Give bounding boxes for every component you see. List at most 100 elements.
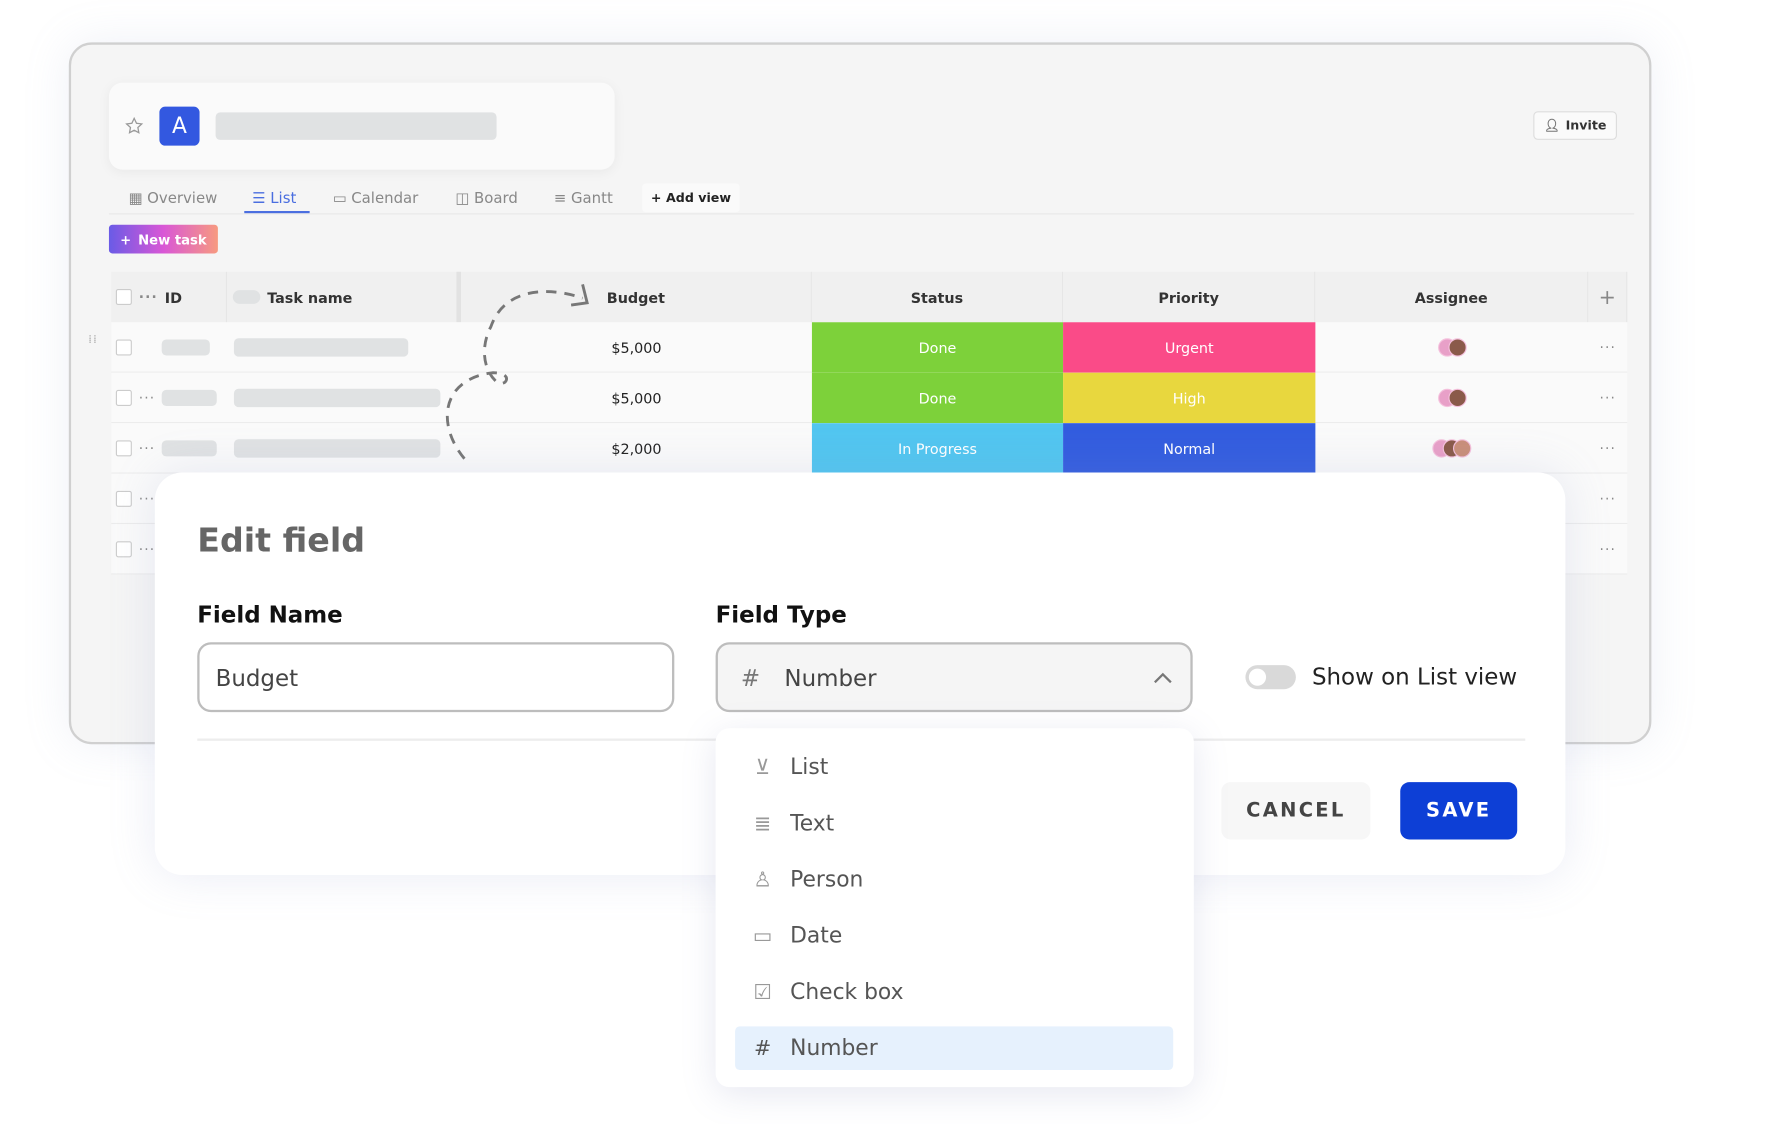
row-more-icon[interactable]: ··· (1588, 373, 1627, 423)
column-header-id[interactable]: ··· ID (111, 271, 228, 323)
priority-cell[interactable]: Urgent (1063, 322, 1316, 373)
assignee-cell[interactable] (1315, 373, 1588, 423)
calendar-icon: ▭ (752, 923, 773, 948)
tabs-divider (108, 213, 1635, 215)
id-placeholder (162, 389, 218, 406)
more-icon[interactable]: ··· (139, 491, 156, 507)
hash-icon: # (740, 663, 761, 691)
hash-icon: # (753, 1036, 772, 1061)
grid-icon: ▦ (128, 189, 143, 207)
tab-gantt[interactable]: ≡ Gantt (554, 186, 613, 211)
option-list[interactable]: ⊻ List (735, 745, 1173, 789)
checkbox-icon: ☑ (753, 979, 772, 1005)
option-check-box[interactable]: ☑ Check box (735, 970, 1173, 1014)
board-icon: ◫ (455, 189, 470, 207)
dialog-title: Edit field (197, 520, 366, 560)
field-name-value: Budget (215, 663, 299, 691)
save-button[interactable]: SAVE (1400, 782, 1518, 840)
avatar (1447, 388, 1467, 408)
gantt-icon: ≡ (553, 189, 567, 207)
tab-calendar[interactable]: ▭ Calendar (333, 186, 419, 211)
tab-label: List (270, 189, 297, 207)
add-view-button[interactable]: + Add view (642, 183, 740, 213)
field-type-dropdown: ⊻ List ≣ Text ♙ Person ▭ Date ☑ Check box # Nu… (715, 728, 1194, 1088)
option-label: List (790, 754, 829, 780)
invite-label: Invite (1565, 118, 1607, 134)
column-header-task-name[interactable]: Task name (227, 271, 462, 323)
column-label: Assignee (1414, 288, 1488, 306)
task-name-placeholder (233, 338, 409, 357)
star-icon[interactable] (124, 116, 145, 137)
new-task-button[interactable]: + New task (108, 224, 218, 254)
row-checkbox[interactable] (115, 440, 132, 457)
row-checkbox[interactable] (115, 490, 132, 507)
column-label: Status (910, 288, 964, 306)
status-cell[interactable]: In Progress (811, 423, 1064, 474)
list-select-icon: ⊻ (755, 755, 771, 780)
calendar-icon: ▭ (332, 189, 347, 207)
toggle-placeholder (232, 290, 261, 304)
avatar (1452, 439, 1472, 458)
plus-icon: + (120, 231, 132, 248)
option-number[interactable]: # Number (735, 1026, 1174, 1070)
dashed-arrow-icon (445, 284, 589, 460)
task-name-placeholder (233, 388, 441, 408)
assignee-cell[interactable] (1315, 322, 1588, 372)
invite-button[interactable]: 👤︎ Invite (1533, 111, 1617, 140)
option-person[interactable]: ♙ Person (735, 858, 1173, 902)
workspace-title-placeholder (215, 112, 497, 140)
option-label: Person (790, 866, 864, 893)
table-row[interactable]: $5,000 Done Urgent ··· (111, 322, 1628, 373)
list-icon: ☰ (252, 189, 266, 207)
status-cell[interactable]: Done (811, 372, 1064, 424)
drag-handle-icon[interactable]: ⁞⁞ (88, 334, 98, 345)
person-icon: ♙ (753, 867, 772, 892)
more-icon[interactable]: ··· (139, 541, 156, 557)
more-icon: ··· (138, 288, 158, 306)
show-on-list-toggle[interactable] (1245, 665, 1296, 690)
row-more-icon[interactable]: ··· (1588, 524, 1627, 574)
table-row[interactable]: ··· $2,000 In Progress Normal ··· (111, 423, 1628, 474)
priority-cell[interactable]: Normal (1063, 423, 1316, 474)
field-name-input[interactable]: Budget (197, 642, 675, 713)
column-label: Budget (606, 288, 666, 306)
more-icon[interactable]: ··· (139, 390, 156, 406)
tab-label: Board (473, 189, 518, 207)
option-date[interactable]: ▭ Date (735, 914, 1173, 958)
add-view-label: Add view (666, 190, 732, 206)
chevron-up-icon (1154, 672, 1172, 683)
tab-board[interactable]: ◫ Board (455, 186, 518, 211)
column-header-assignee[interactable]: Assignee (1315, 271, 1589, 323)
field-type-select[interactable]: # Number (715, 642, 1193, 713)
tab-label: Calendar (351, 189, 419, 207)
row-checkbox[interactable] (115, 389, 132, 406)
priority-cell[interactable]: High (1063, 372, 1316, 424)
tab-list[interactable]: ☰ List (252, 186, 296, 211)
field-type-label: Field Type (715, 600, 847, 629)
field-type-value: Number (784, 663, 877, 691)
row-more-icon[interactable]: ··· (1588, 322, 1627, 372)
add-column-button[interactable]: + (1588, 271, 1628, 323)
column-label: Task name (267, 288, 353, 306)
cancel-button[interactable]: CANCEL (1221, 782, 1371, 840)
option-label: Text (790, 810, 835, 837)
column-label: Priority (1158, 288, 1219, 306)
new-task-label: New task (138, 231, 207, 248)
table-row[interactable]: ··· $5,000 Done High ··· (111, 372, 1628, 424)
assignee-cell[interactable] (1315, 423, 1588, 473)
row-more-icon[interactable]: ··· (1588, 423, 1627, 473)
option-text[interactable]: ≣ Text (735, 802, 1173, 846)
row-checkbox[interactable] (115, 339, 132, 356)
more-icon[interactable]: ··· (139, 440, 156, 456)
row-checkbox[interactable] (115, 541, 132, 558)
stage: A 👤︎ Invite ▦ Overview ☰ List ▭ Calendar ◫ Bo… (0, 0, 1789, 1124)
column-header-status[interactable]: Status (811, 271, 1064, 323)
row-more-icon[interactable]: ··· (1588, 474, 1627, 524)
avatar (1447, 338, 1467, 357)
select-all-checkbox[interactable] (115, 288, 132, 306)
workspace-avatar[interactable]: A (159, 106, 200, 146)
tab-overview[interactable]: ▦ Overview (128, 186, 217, 211)
text-lines-icon: ≣ (753, 811, 772, 836)
status-cell[interactable]: Done (811, 322, 1064, 373)
column-header-priority[interactable]: Priority (1063, 271, 1316, 323)
